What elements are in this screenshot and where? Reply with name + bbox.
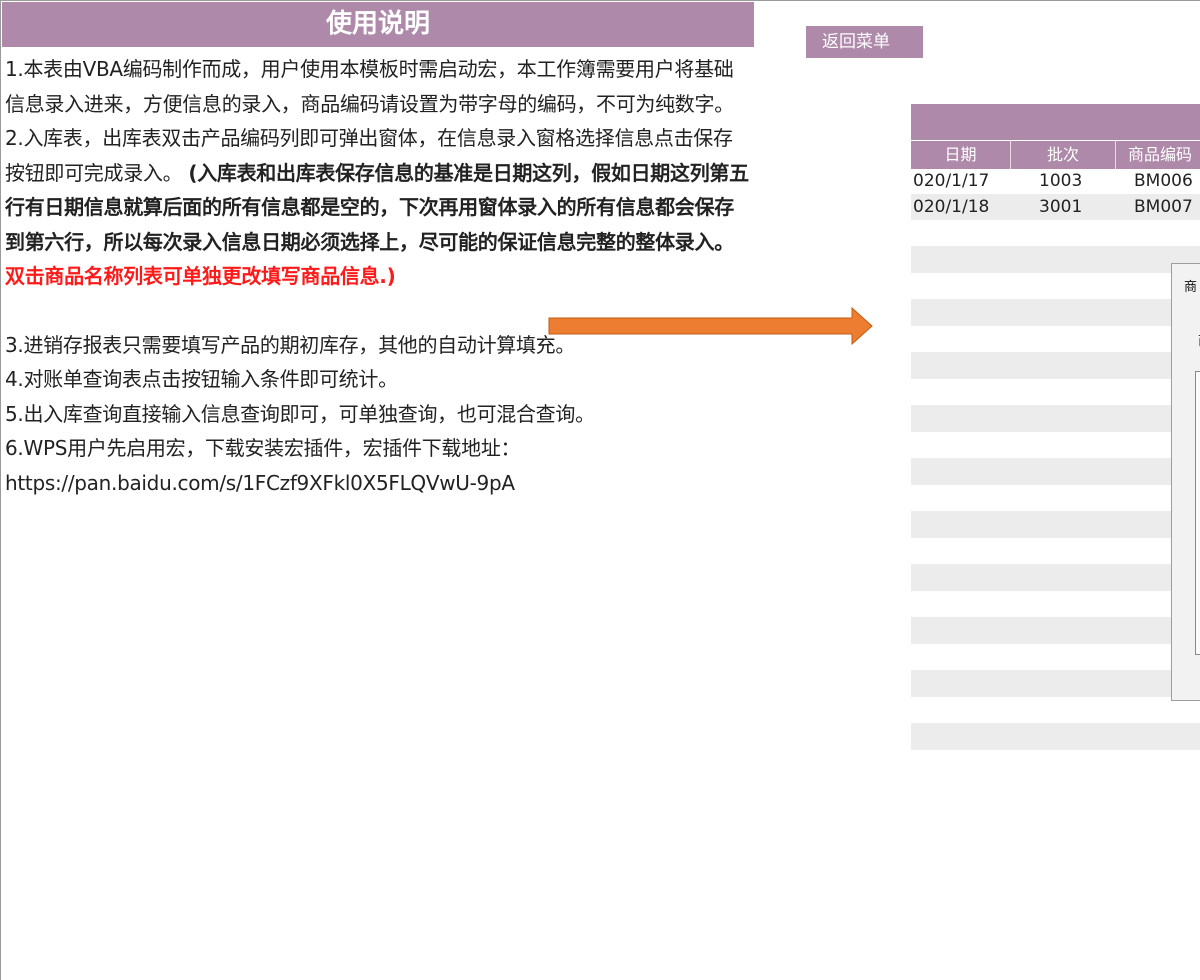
empty-row-stripe [911,723,1200,750]
help-para-4: 4.对账单查询表点击按钮输入条件即可统计。 [5,367,398,391]
empty-row-stripe [911,617,1200,644]
entry-dialog[interactable]: 商 商 [1171,263,1200,701]
table-row[interactable]: 020/1/18 3001 BM007 [911,194,1200,220]
cell-product-code: BM007 [1134,197,1193,217]
empty-row-stripe [911,299,1200,326]
top-border [0,0,1200,1]
help-para-2-red: 双击商品名称列表可单独更改填写商品信息.) [5,264,396,288]
empty-row-stripe [911,458,1200,485]
header-product-code: 商品编码 [1128,145,1193,164]
dialog-title: 商 [1184,280,1198,295]
empty-row-stripe [911,564,1200,591]
empty-row-stripe [911,511,1200,538]
download-link[interactable]: https://pan.baidu.com/s/1FCzf9XFkl0X5FLQ… [5,466,750,501]
header-date: 日期 [911,141,1011,169]
header-batch: 批次 [1011,141,1116,169]
cell-date: 020/1/17 [913,171,990,191]
help-para-1: 1.本表由VBA编码制作而成，用户使用本模板时需启动宏，本工作簿需要用户将基础信… [5,57,734,116]
cell-batch: 3001 [1039,197,1083,217]
dialog-list-box[interactable] [1195,371,1200,655]
cell-date: 020/1/18 [913,197,990,217]
help-title: 使用说明 [2,2,754,47]
empty-row-stripe [911,670,1200,697]
sheet-preview: 日期 批次 商品编码 020/1/17 1003 BM006 020/1/18 … [911,104,1200,754]
table-row[interactable]: 020/1/17 1003 BM006 [911,168,1200,194]
empty-row-stripe [911,352,1200,379]
sheet-header-row: 日期 批次 商品编码 [911,141,1200,169]
help-body: 1.本表由VBA编码制作而成，用户使用本模板时需启动宏，本工作簿需要用户将基础信… [5,52,750,500]
empty-row-stripe [911,405,1200,432]
cell-product-code: BM006 [1134,171,1193,191]
arrow-right-icon [548,307,873,345]
left-border [0,0,1,980]
sheet-title-bar [911,104,1200,140]
empty-row-stripe [911,246,1200,273]
help-para-2: 2.入库表，出库表双击产品编码列即可弹出窗体，在信息录入窗格选择信息点击保存按钮… [5,121,750,294]
back-to-menu-button[interactable]: 返回菜单 [806,26,923,58]
help-para-6: 6.WPS用户先启用宏，下载安装宏插件，宏插件下载地址： [5,436,521,460]
help-para-5: 5.出入库查询直接输入信息查询即可，可单独查询，也可混合查询。 [5,401,595,426]
cell-batch: 1003 [1039,171,1083,191]
